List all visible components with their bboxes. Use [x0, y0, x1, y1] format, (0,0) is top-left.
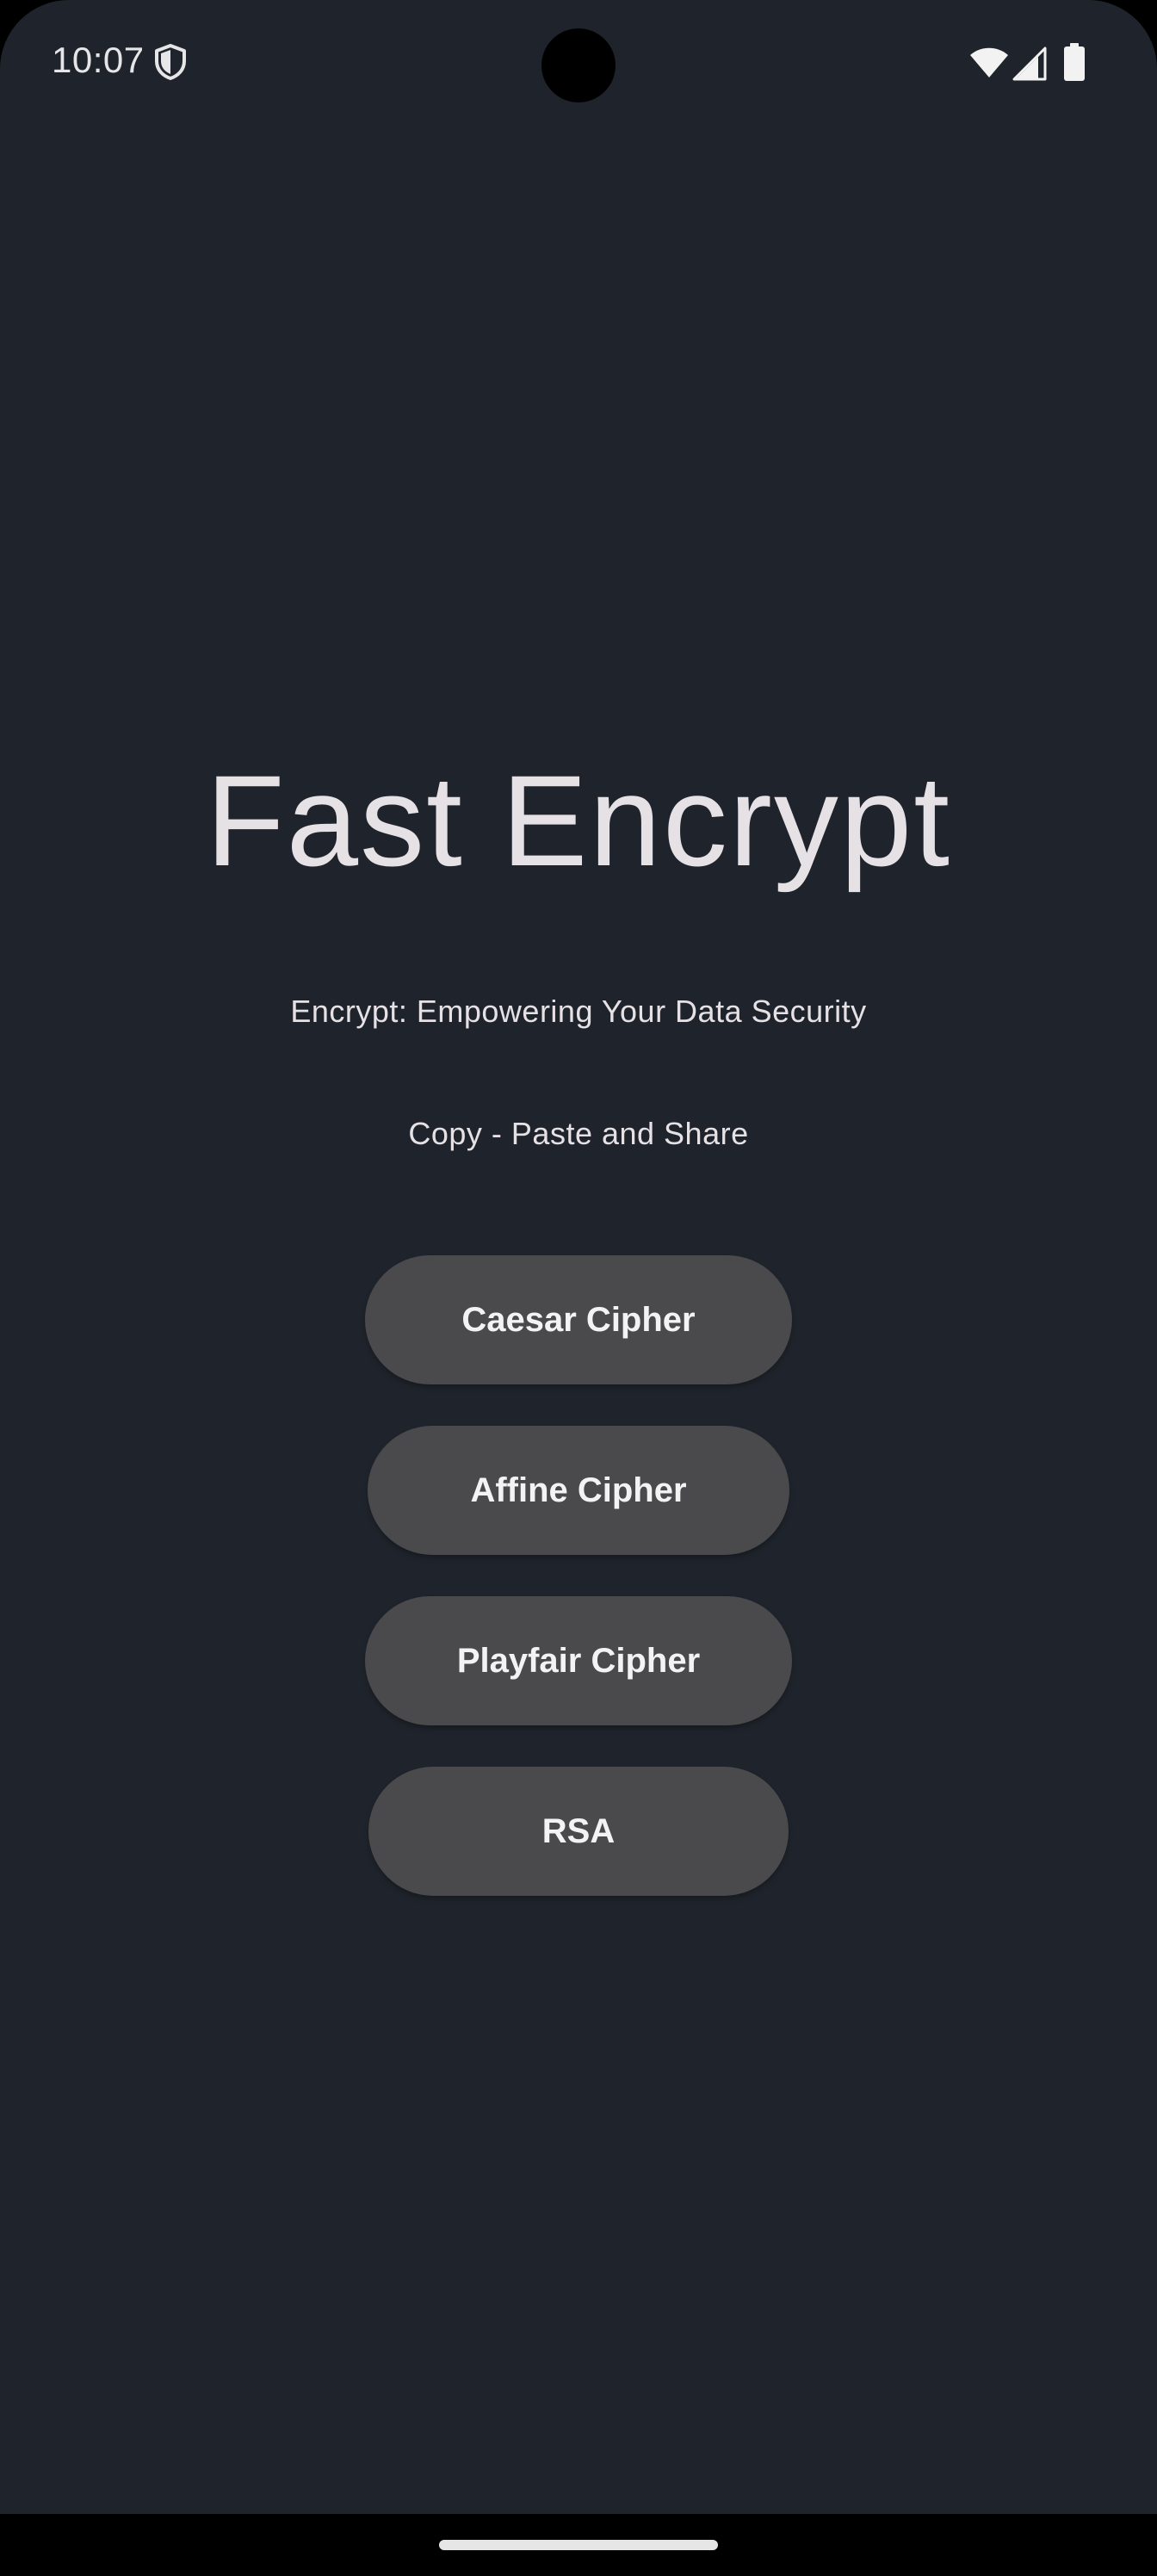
shield-icon	[155, 44, 186, 80]
camera-cutout	[541, 28, 616, 102]
signal-icon	[1012, 46, 1047, 81]
affine-cipher-button[interactable]: Affine Cipher	[368, 1426, 789, 1555]
tagline: Encrypt: Empowering Your Data Security	[290, 994, 867, 1029]
status-bar: 10:07	[0, 0, 1157, 129]
status-time: 10:07	[52, 40, 145, 80]
subtagline: Copy - Paste and Share	[408, 1116, 749, 1151]
app-screen: 10:07 Fast Encrypt Encrypt: Empowering Y…	[0, 0, 1157, 2514]
caesar-cipher-button[interactable]: Caesar Cipher	[365, 1255, 792, 1384]
battery-icon	[1064, 43, 1085, 81]
rsa-button[interactable]: RSA	[368, 1767, 789, 1896]
app-title: Fast Encrypt	[206, 748, 951, 893]
playfair-cipher-button[interactable]: Playfair Cipher	[365, 1596, 792, 1725]
wifi-icon	[970, 47, 1008, 77]
home-indicator[interactable]	[439, 2540, 718, 2550]
